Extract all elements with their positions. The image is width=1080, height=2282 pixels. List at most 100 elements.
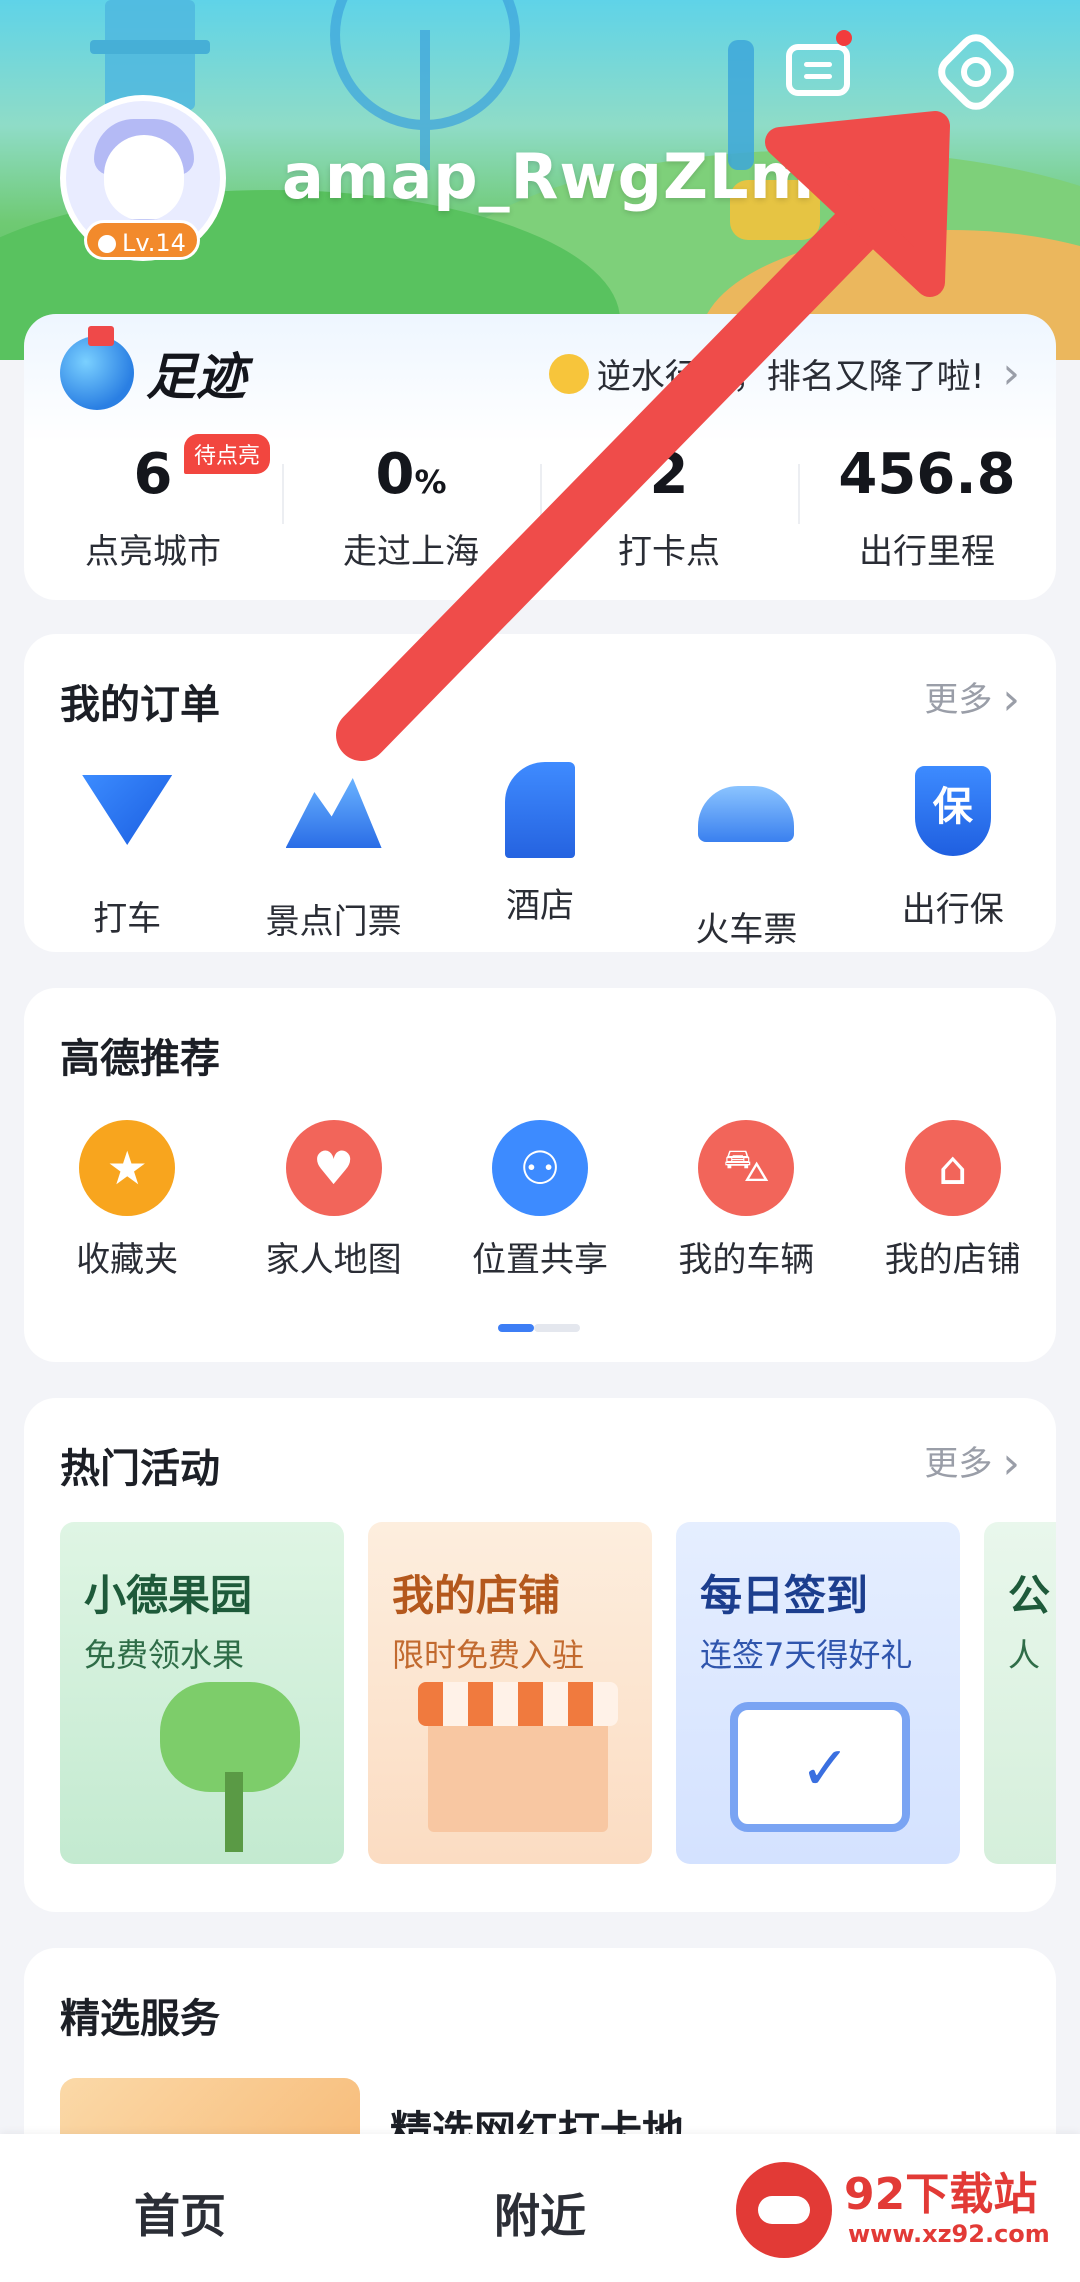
orders-title: 我的订单 <box>60 682 220 728</box>
tile-title: 小德果园 <box>84 1571 253 1620</box>
settings-button[interactable] <box>930 26 1022 118</box>
footprint-card[interactable]: 足迹 逆水行舟，排名又降了啦! › 6 待点亮 点亮城市 0% 走过上海 2 打… <box>24 314 1056 600</box>
recommend-icon-row: ★ 收藏夹 ♥ 家人地图 ⚇ 位置共享 ⛍ 我的车辆 ⌂ 我的店铺 <box>24 1118 1056 1281</box>
level-text: Lv.14 <box>122 229 186 257</box>
orders-more-link[interactable]: 更多 <box>924 672 1020 725</box>
tile-subtitle: 免费领水果 <box>84 1636 245 1674</box>
stat-label: 打卡点 <box>618 532 720 572</box>
order-train[interactable]: 火车票 <box>643 760 849 951</box>
stat-shanghai[interactable]: 0% 走过上海 <box>282 440 540 590</box>
ferris-wheel-illustration <box>330 0 520 170</box>
nav-home[interactable]: 首页 <box>134 2180 226 2246</box>
storefront-icon <box>418 1682 618 1832</box>
activities-title: 热门活动 <box>60 1446 220 1492</box>
rec-label: 我的店铺 <box>884 1240 1021 1280</box>
scenic-ticket-icon <box>285 778 382 848</box>
order-scenic-ticket[interactable]: 景点门票 <box>230 760 436 951</box>
orders-icon-row: 打车 景点门票 酒店 火车票 保 出行保 <box>24 760 1056 951</box>
sad-face-icon <box>548 353 589 394</box>
location-share-icon: ⚇ <box>491 1120 588 1216</box>
activity-carousel[interactable]: 小德果园 免费领水果 我的店铺 限时免费入驻 每日签到 连签7天得好礼 公 人 <box>60 1522 1056 1872</box>
watermark-url: www.xz92.com <box>848 2220 1050 2248</box>
rec-label: 我的车辆 <box>678 1240 815 1280</box>
activities-more-link[interactable]: 更多 <box>924 1436 1020 1489</box>
order-label: 景点门票 <box>265 902 402 942</box>
level-badge[interactable]: Lv.14 <box>84 220 200 260</box>
stat-checkins[interactable]: 2 打卡点 <box>540 440 798 590</box>
train-icon <box>698 786 795 842</box>
message-icon <box>786 44 850 96</box>
services-title: 精选服务 <box>60 1996 220 2042</box>
tile-title: 每日签到 <box>700 1571 869 1620</box>
watermark-logo-icon <box>736 2162 832 2258</box>
tile-subtitle: 连签7天得好礼 <box>700 1636 913 1674</box>
page-dot <box>534 1324 580 1332</box>
stat-mileage[interactable]: 456.8 出行里程 <box>798 440 1056 590</box>
unread-dot <box>836 30 852 46</box>
tile-subtitle: 限时免费入驻 <box>392 1636 585 1674</box>
page-dot-active <box>498 1324 534 1332</box>
activity-tile-partial[interactable]: 公 人 <box>984 1522 1056 1864</box>
rec-label: 家人地图 <box>265 1240 402 1280</box>
stat-label: 走过上海 <box>343 532 479 572</box>
hotel-icon <box>504 762 575 858</box>
bottom-nav: 首页 附近 92下载站 www.xz92.com <box>0 2134 1080 2282</box>
order-label: 火车票 <box>695 910 798 950</box>
activity-tile-checkin[interactable]: 每日签到 连签7天得好礼 <box>676 1522 960 1864</box>
profile-header: Lv.14 amap_RwgZLme <box>0 0 1080 360</box>
watermark: 92下载站 www.xz92.com <box>736 2148 1056 2268</box>
message-button[interactable] <box>780 30 856 108</box>
order-insurance[interactable]: 保 出行保 <box>850 760 1056 951</box>
order-label: 酒店 <box>505 886 574 926</box>
rec-location-share[interactable]: ⚇ 位置共享 <box>437 1118 643 1281</box>
family-map-icon: ♥ <box>285 1120 382 1216</box>
chevron-right-icon: › <box>1002 348 1020 399</box>
gear-icon <box>930 26 1022 118</box>
orders-card: 我的订单 更多 打车 景点门票 酒店 火车票 保 出行保 <box>24 634 1056 952</box>
star-icon: ★ <box>79 1120 176 1216</box>
page-indicator <box>498 1324 580 1332</box>
stat-label: 点亮城市 <box>85 532 221 572</box>
order-taxi[interactable]: 打车 <box>24 760 230 951</box>
tile-title: 公 <box>1008 1571 1051 1620</box>
rec-label: 收藏夹 <box>76 1240 179 1280</box>
rec-vehicle[interactable]: ⛍ 我的车辆 <box>643 1118 849 1281</box>
stat-label: 出行里程 <box>859 532 995 572</box>
stat-value: 6 <box>133 442 173 507</box>
recommend-card: 高德推荐 ★ 收藏夹 ♥ 家人地图 ⚇ 位置共享 ⛍ 我的车辆 ⌂ 我的店铺 <box>24 988 1056 1362</box>
rec-label: 位置共享 <box>471 1240 608 1280</box>
pagoda-illustration <box>90 0 210 110</box>
globe-flag-icon <box>60 326 134 410</box>
footprint-notice-text: 逆水行舟，排名又降了啦! <box>596 357 985 397</box>
rec-shop[interactable]: ⌂ 我的店铺 <box>850 1118 1056 1281</box>
activities-card: 热门活动 更多 小德果园 免费领水果 我的店铺 限时免费入驻 每日签到 连签7天… <box>24 1398 1056 1912</box>
rec-family-map[interactable]: ♥ 家人地图 <box>230 1118 436 1281</box>
insurance-shield-icon: 保 <box>914 766 991 856</box>
stat-value: 0 <box>375 442 415 507</box>
order-hotel[interactable]: 酒店 <box>437 760 643 951</box>
footprint-notice[interactable]: 逆水行舟，排名又降了啦! › <box>548 348 1020 399</box>
vehicle-icon: ⛍ <box>698 1120 795 1216</box>
rec-favorites[interactable]: ★ 收藏夹 <box>24 1118 230 1281</box>
stat-cities[interactable]: 6 待点亮 点亮城市 <box>24 434 282 590</box>
pending-badge: 待点亮 <box>184 434 271 474</box>
footprint-stats: 6 待点亮 点亮城市 0% 走过上海 2 打卡点 456.8 出行里程 <box>24 434 1056 590</box>
username[interactable]: amap_RwgZLme <box>282 140 858 213</box>
tile-subtitle: 人 <box>1008 1636 1041 1674</box>
footprint-logo: 足迹 <box>60 326 246 410</box>
tile-title: 我的店铺 <box>392 1571 561 1620</box>
nav-nearby[interactable]: 附近 <box>494 2180 586 2246</box>
watermark-name: 92下载站 <box>844 2169 1038 2220</box>
stat-value: 456.8 <box>838 442 1016 507</box>
shop-icon: ⌂ <box>904 1120 1001 1216</box>
order-label: 出行保 <box>901 890 1004 930</box>
activity-tile-orchard[interactable]: 小德果园 免费领水果 <box>60 1522 344 1864</box>
stat-unit: % <box>414 463 447 501</box>
footprint-title: 足迹 <box>146 348 246 406</box>
taxi-icon <box>82 775 173 845</box>
stat-value: 2 <box>649 442 689 507</box>
recommend-title: 高德推荐 <box>60 1036 220 1082</box>
activity-tile-shop[interactable]: 我的店铺 限时免费入驻 <box>368 1522 652 1864</box>
calendar-check-icon <box>730 1702 910 1832</box>
order-label: 打车 <box>93 899 162 939</box>
